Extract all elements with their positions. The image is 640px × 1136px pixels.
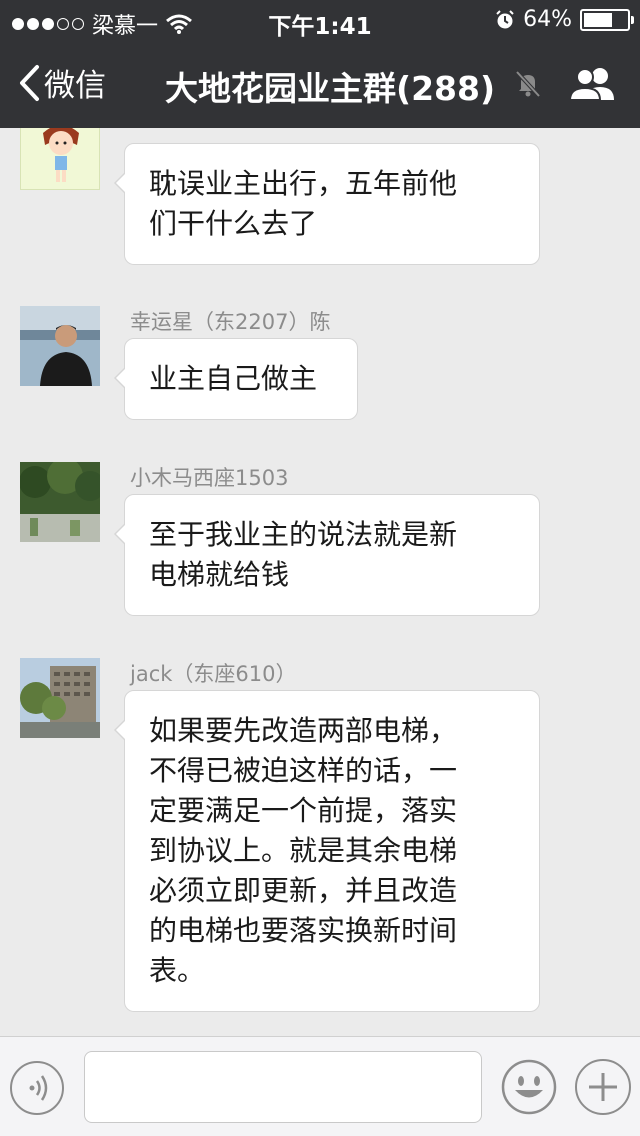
emoji-button[interactable] xyxy=(501,1059,557,1115)
more-actions-button[interactable] xyxy=(575,1059,631,1115)
message-text-line: 表。 xyxy=(149,954,206,987)
message-text-line: 至于我业主的说法就是新 xyxy=(149,518,458,551)
back-label: 微信 xyxy=(44,68,106,104)
message-bubble[interactable]: 耽误业主出行，五年前他 们干什么去了 xyxy=(114,143,540,265)
status-bar: 梁慕一 下午1:41 64% xyxy=(0,0,640,40)
avatar[interactable] xyxy=(20,128,100,190)
nav-bar: 微信 大地花园业主群(288) xyxy=(0,40,640,128)
message-text-line: 电梯就给钱 xyxy=(149,558,290,591)
message-bubble[interactable]: 如果要先改造两部电梯， 不得已被迫这样的话，一 定要满足一个前提，落实 到协议上… xyxy=(114,690,540,1012)
chat-title: 大地花园业主群(288) xyxy=(165,69,496,108)
group-members-icon[interactable] xyxy=(568,66,616,102)
smiley-icon xyxy=(501,1059,557,1115)
building-photo-avatar-icon xyxy=(20,658,100,738)
back-button[interactable]: 微信 xyxy=(18,60,106,105)
avatar[interactable] xyxy=(20,306,100,386)
muted-bell-icon xyxy=(515,70,541,98)
battery-area: 64% xyxy=(495,7,634,32)
message-text-line: 定要满足一个前提，落实 xyxy=(149,794,458,827)
input-bar xyxy=(0,1036,640,1136)
message-text-line: 耽误业主出行，五年前他 xyxy=(149,167,458,200)
sender-name: jack（东座610） xyxy=(130,662,297,686)
message-list[interactable]: 耽误业主出行，五年前他 们干什么去了 幸运星（东2207）陈 业主自己做主 小木… xyxy=(0,128,640,1036)
sender-name: 小木马西座1503 xyxy=(130,466,289,490)
message-text-line: 如果要先改造两部电梯， xyxy=(149,714,458,747)
battery-percent: 64% xyxy=(523,7,572,32)
message-input[interactable] xyxy=(84,1051,482,1123)
alarm-clock-icon xyxy=(496,9,514,28)
message-bubble[interactable]: 至于我业主的说法就是新 电梯就给钱 xyxy=(114,494,540,616)
cartoon-girl-avatar-icon xyxy=(21,128,99,189)
chevron-left-icon xyxy=(20,64,39,101)
man-photo-avatar-icon xyxy=(20,306,100,386)
avatar[interactable] xyxy=(20,658,100,738)
message-text-line: 到协议上。就是其余电梯 xyxy=(149,834,458,867)
sender-name: 幸运星（东2207）陈 xyxy=(130,310,331,334)
message-text-line: 必须立即更新，并且改造 xyxy=(149,874,458,907)
battery-icon xyxy=(580,8,634,31)
message-text-line: 的电梯也要落实换新时间 xyxy=(149,914,458,947)
avatar[interactable] xyxy=(20,462,100,542)
plus-icon xyxy=(589,1073,617,1101)
voice-input-button[interactable] xyxy=(10,1061,64,1115)
message-text-line: 业主自己做主 xyxy=(149,362,318,395)
trees-photo-avatar-icon xyxy=(20,462,100,542)
voice-icon xyxy=(29,1075,48,1101)
message-text-line: 们干什么去了 xyxy=(149,207,318,240)
message-text-line: 不得已被迫这样的话，一 xyxy=(149,754,458,787)
message-bubble[interactable]: 业主自己做主 xyxy=(114,338,358,420)
